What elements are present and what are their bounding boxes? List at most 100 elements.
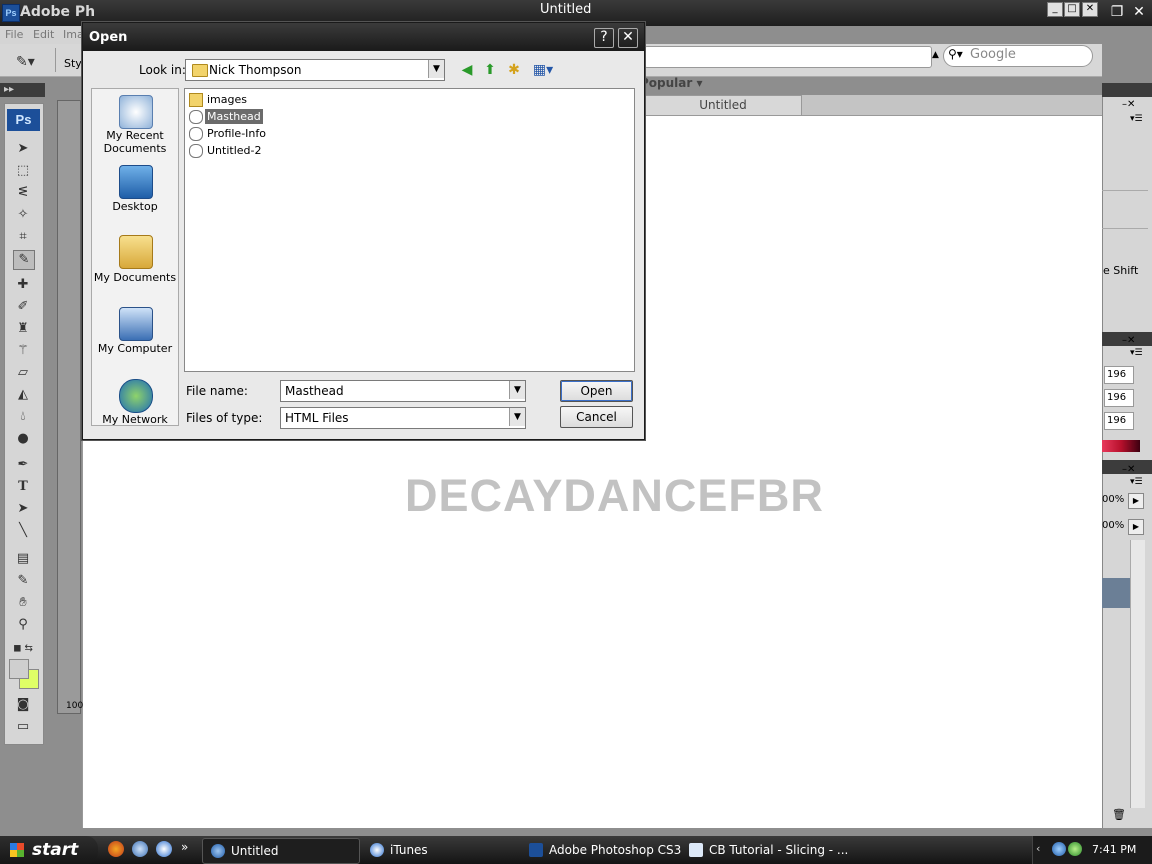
chevron-down-icon[interactable]: ▼ xyxy=(509,408,525,426)
open-button[interactable]: Open xyxy=(560,380,633,402)
search-icon[interactable]: ⚲▾ xyxy=(948,47,963,61)
foreground-color-swatch[interactable] xyxy=(9,659,29,679)
panel-menu-icon[interactable]: ▾☰ xyxy=(1130,114,1143,124)
panel-minimize-icon[interactable]: –✕ xyxy=(1122,464,1135,475)
address-dropdown-icon[interactable]: ▲ xyxy=(932,50,939,60)
pen-tool-icon[interactable]: ✒ xyxy=(13,456,33,474)
desktop-icon[interactable] xyxy=(119,165,153,199)
panel-minimize-icon[interactable]: –✕ xyxy=(1122,335,1135,346)
itunes-quicklaunch-icon[interactable] xyxy=(156,841,172,857)
start-button[interactable]: start xyxy=(0,836,98,864)
open-dialog: Open ? ✕ Look in: ▼ Nick Thompson ◀ ⬆ ✱ … xyxy=(82,22,645,440)
network-icon[interactable] xyxy=(1052,842,1066,856)
quicklaunch-more-icon[interactable]: » xyxy=(181,840,188,854)
marquee-tool-icon[interactable]: ⬚ xyxy=(13,162,33,180)
panel-header xyxy=(1102,83,1152,97)
clone-stamp-tool-icon[interactable]: ♜ xyxy=(13,320,33,338)
popular-menu[interactable]: Popular ▾ xyxy=(640,76,703,90)
tray-expand-icon[interactable]: ‹ xyxy=(1036,842,1040,855)
dodge-tool-icon[interactable]: ● xyxy=(13,430,33,448)
quick-mask-icon[interactable]: ◙ xyxy=(13,696,33,714)
close-app-button[interactable]: ✕ xyxy=(1130,3,1148,21)
dialog-titlebar xyxy=(83,23,644,51)
blur-tool-icon[interactable]: 💧︎ xyxy=(13,408,33,426)
eyedropper-tool-icon[interactable]: ✎ xyxy=(13,250,35,270)
search-input[interactable] xyxy=(943,45,1093,67)
type-tool-icon[interactable]: T xyxy=(13,478,33,496)
eyedropper-preset-icon[interactable]: ✎▾ xyxy=(16,54,35,70)
magic-wand-tool-icon[interactable]: ✧ xyxy=(13,206,33,224)
view-menu-icon[interactable]: ▦▾ xyxy=(531,62,555,78)
task-untitled[interactable]: Untitled xyxy=(202,838,360,864)
brush-tool-icon[interactable]: ✐ xyxy=(13,298,33,316)
close-dialog-button[interactable]: ✕ xyxy=(618,28,638,48)
file-list[interactable]: images Masthead Profile-Info Untitled-2 xyxy=(184,88,635,372)
address-bar[interactable] xyxy=(644,46,932,68)
swap-colors-icon[interactable]: ◼ ⇆ xyxy=(13,640,33,658)
place-my-documents[interactable]: My Documents xyxy=(92,271,178,284)
place-my-computer[interactable]: My Computer xyxy=(92,342,178,355)
opacity-value[interactable]: 00% xyxy=(1102,494,1124,505)
file-name-field[interactable]: Masthead ▼ xyxy=(280,380,526,402)
healing-brush-tool-icon[interactable]: ✚ xyxy=(13,276,33,294)
history-brush-tool-icon[interactable]: ⚚ xyxy=(13,342,33,360)
back-icon[interactable]: ◀ xyxy=(459,62,475,78)
my-documents-icon[interactable] xyxy=(119,235,153,269)
my-computer-icon[interactable] xyxy=(119,307,153,341)
close-window-button[interactable]: ✕ xyxy=(1082,2,1098,17)
panel-menu-icon[interactable]: ▾☰ xyxy=(1130,348,1143,358)
minimize-button[interactable]: _ xyxy=(1047,2,1063,17)
color-ramp[interactable] xyxy=(1102,440,1140,452)
cancel-button[interactable]: Cancel xyxy=(560,406,633,428)
quicklaunch-icon[interactable] xyxy=(132,841,148,857)
task-itunes[interactable]: iTunes xyxy=(362,838,516,862)
trash-icon[interactable]: 🗑︎ xyxy=(1112,808,1126,821)
task-cb-tutorial[interactable]: CB Tutorial - Slicing - ... xyxy=(681,838,848,862)
move-tool-icon[interactable]: ➤ xyxy=(13,140,33,158)
color-value-r[interactable]: 196 xyxy=(1104,366,1134,384)
layer-thumbnail[interactable] xyxy=(1102,578,1130,608)
collapse-icon[interactable]: ▸▸ xyxy=(4,84,14,95)
new-folder-icon[interactable]: ✱ xyxy=(506,62,522,78)
screen-mode-icon[interactable]: ▭ xyxy=(13,718,33,736)
color-value-b[interactable]: 196 xyxy=(1104,412,1134,430)
panel-menu-icon[interactable]: ▾☰ xyxy=(1130,477,1143,487)
crop-tool-icon[interactable]: ⌗ xyxy=(13,228,33,246)
tab-untitled[interactable]: Untitled xyxy=(644,95,802,115)
task-photoshop[interactable]: Adobe Photoshop CS3 xyxy=(521,838,681,862)
paint-bucket-tool-icon[interactable]: ◭ xyxy=(13,386,33,404)
layers-scrollbar[interactable] xyxy=(1130,540,1145,808)
app-title: Adobe Ph xyxy=(20,4,96,20)
chevron-down-icon[interactable]: ▼ xyxy=(428,60,444,78)
panel-minimize-icon[interactable]: –✕ xyxy=(1122,99,1135,110)
fill-arrow-icon[interactable]: ▶ xyxy=(1128,519,1144,535)
fill-value[interactable]: 00% xyxy=(1102,520,1124,531)
line-tool-icon[interactable]: ╲ xyxy=(13,522,33,540)
maximize-button[interactable]: □ xyxy=(1064,2,1080,17)
path-selection-tool-icon[interactable]: ➤ xyxy=(13,500,33,518)
firefox-icon[interactable] xyxy=(108,841,124,857)
up-folder-icon[interactable]: ⬆ xyxy=(482,62,498,78)
notes-tool-icon[interactable]: ▤ xyxy=(13,550,33,568)
file-type-select[interactable]: HTML Files ▼ xyxy=(280,407,526,429)
place-my-network[interactable]: My Network xyxy=(92,413,178,426)
zoom-tool-icon[interactable]: ⚲ xyxy=(13,616,33,634)
color-value-g[interactable]: 196 xyxy=(1104,389,1134,407)
lasso-tool-icon[interactable]: ᓬ xyxy=(13,184,33,202)
my-network-icon[interactable] xyxy=(119,379,153,413)
background-document-window xyxy=(57,100,81,714)
chevron-down-icon[interactable]: ▼ xyxy=(509,381,525,399)
restore-button[interactable]: ❐ xyxy=(1108,3,1126,21)
place-recent-documents[interactable]: My Recent Documents xyxy=(92,129,178,155)
menu-file[interactable]: File xyxy=(5,28,23,41)
place-desktop[interactable]: Desktop xyxy=(92,200,178,213)
eyedropper-sample-icon[interactable]: ✎ xyxy=(13,572,33,590)
recent-documents-icon[interactable] xyxy=(119,95,153,129)
menu-image[interactable]: Ima xyxy=(63,28,84,41)
hand-tool-icon[interactable]: ✋︎ xyxy=(13,594,33,612)
opacity-arrow-icon[interactable]: ▶ xyxy=(1128,493,1144,509)
eraser-tool-icon[interactable]: ▱ xyxy=(13,364,33,382)
tray-app-icon[interactable] xyxy=(1068,842,1082,856)
help-button[interactable]: ? xyxy=(594,28,614,48)
menu-edit[interactable]: Edit xyxy=(33,28,54,41)
